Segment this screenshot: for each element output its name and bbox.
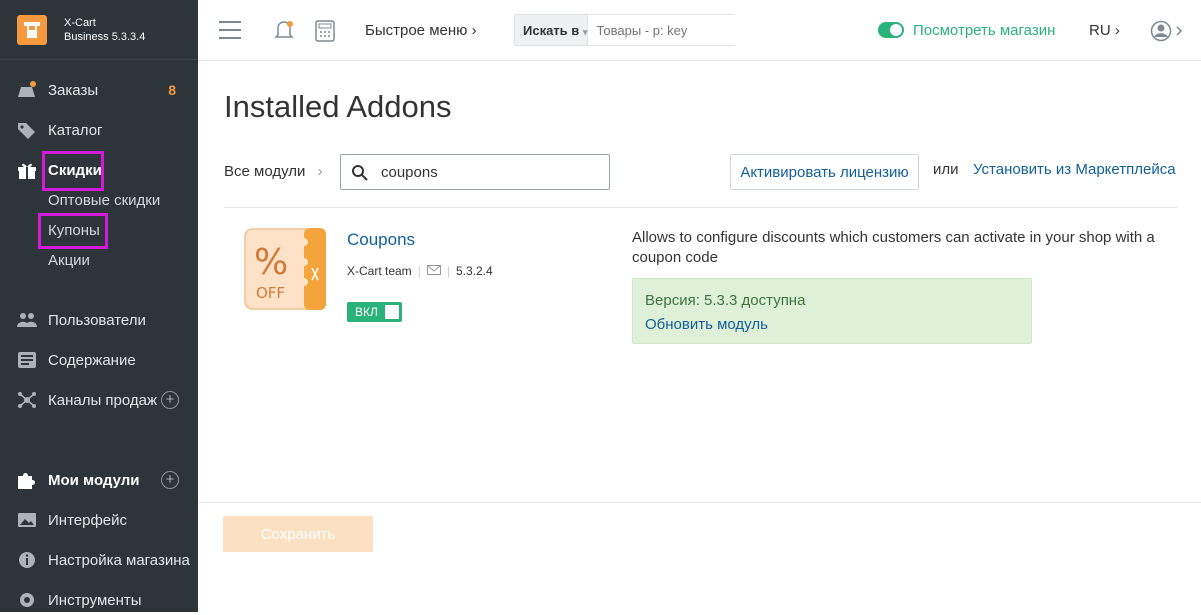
addon-author: X-Cart team bbox=[347, 264, 412, 278]
users-icon bbox=[17, 313, 37, 327]
info-icon bbox=[19, 552, 35, 568]
search-scope-select[interactable]: Искать в ▾ bbox=[515, 15, 589, 45]
sidebar: X-Cart Business 5.3.3.4 Заказы 8 Каталог… bbox=[0, 0, 198, 612]
sidebar-item-users[interactable]: Пользователи bbox=[0, 305, 198, 335]
quick-menu[interactable]: Быстрое меню › bbox=[365, 22, 477, 39]
breadcrumb-all-modules[interactable]: Все модули bbox=[224, 163, 305, 180]
divider: | bbox=[417, 264, 421, 278]
orders-icon bbox=[18, 81, 36, 97]
update-module-link[interactable]: Обновить модуль bbox=[645, 316, 768, 333]
caret-down-icon: ▾ bbox=[582, 27, 588, 37]
sidebar-item-channels[interactable]: Каналы продаж + bbox=[0, 385, 198, 415]
sidebar-item-label: Каталог bbox=[48, 122, 103, 139]
svg-text:%: % bbox=[254, 242, 288, 283]
page-title: Installed Addons bbox=[224, 89, 452, 124]
sidebar-item-label: Настройка магазина bbox=[48, 552, 190, 569]
view-store-link[interactable]: Посмотреть магазин bbox=[913, 22, 1055, 39]
brand-text: X-Cart Business 5.3.3.4 bbox=[64, 16, 145, 44]
calculator-icon[interactable] bbox=[315, 20, 335, 42]
sidebar-item-label: Содержание bbox=[48, 352, 136, 369]
chevron-right-icon: › bbox=[1114, 22, 1120, 39]
mail-icon[interactable] bbox=[426, 265, 441, 275]
main-content: Installed Addons Все модули › Активирова… bbox=[198, 61, 1201, 612]
sidebar-item-interface[interactable]: Интерфейс bbox=[0, 505, 198, 535]
language-label: RU bbox=[1089, 22, 1111, 39]
sidebar-item-label: Инструменты bbox=[48, 592, 142, 609]
divider bbox=[198, 502, 1201, 503]
header-search-input[interactable] bbox=[588, 15, 775, 45]
brand-name: X-Cart bbox=[64, 17, 96, 29]
image-icon bbox=[18, 513, 36, 527]
sidebar-item-tools[interactable]: Инструменты bbox=[0, 585, 198, 615]
language-selector[interactable]: RU › bbox=[1089, 22, 1120, 39]
bell-icon[interactable] bbox=[273, 19, 295, 41]
chevron-right-icon: › bbox=[471, 22, 477, 39]
puzzle-icon bbox=[18, 473, 35, 489]
sidebar-item-label: Мои модули bbox=[48, 472, 140, 489]
add-channel-icon[interactable]: + bbox=[161, 391, 179, 409]
sidebar-item-label: Каналы продаж bbox=[48, 392, 158, 409]
add-module-icon[interactable]: + bbox=[161, 471, 179, 489]
sidebar-subitem-wholesale[interactable]: Оптовые скидки bbox=[48, 192, 160, 209]
header-search: Искать в ▾ bbox=[514, 14, 775, 46]
gear-icon bbox=[20, 593, 34, 607]
tag-icon bbox=[18, 123, 35, 139]
activate-license-button[interactable]: Активировать лицензию bbox=[730, 154, 919, 190]
module-search bbox=[340, 154, 610, 190]
addon-enable-toggle[interactable]: ВКЛ bbox=[347, 302, 402, 322]
user-menu[interactable] bbox=[1150, 20, 1184, 47]
update-notice: Версия: 5.3.3 доступна Обновить модуль bbox=[632, 278, 1032, 344]
user-avatar-icon bbox=[1150, 20, 1183, 42]
sidebar-item-label: Интерфейс bbox=[48, 512, 128, 529]
search-icon bbox=[352, 165, 368, 181]
toggle-label: ВКЛ bbox=[355, 305, 378, 319]
channels-icon bbox=[18, 392, 36, 408]
breadcrumb[interactable]: Все модули › bbox=[224, 163, 323, 180]
sidebar-item-catalog[interactable]: Каталог bbox=[0, 115, 198, 145]
sidebar-item-content[interactable]: Содержание bbox=[0, 345, 198, 375]
divider: | bbox=[446, 264, 450, 278]
search-scope-label: Искать в bbox=[523, 23, 580, 38]
store-status-toggle[interactable] bbox=[878, 22, 904, 38]
svg-text:OFF: OFF bbox=[256, 284, 285, 302]
update-version-text: Версия: 5.3.3 доступна bbox=[645, 292, 806, 309]
sidebar-item-label: Заказы bbox=[48, 82, 99, 99]
sidebar-item-settings[interactable]: Настройка магазина bbox=[0, 545, 198, 575]
save-button[interactable]: Сохранить bbox=[223, 516, 373, 552]
highlight-box bbox=[42, 151, 104, 191]
addon-description: Allows to configure discounts which cust… bbox=[632, 229, 1155, 266]
orders-count-badge: 8 bbox=[168, 82, 176, 98]
menu-icon[interactable] bbox=[219, 21, 241, 39]
brand: X-Cart Business 5.3.3.4 bbox=[0, 0, 198, 60]
quick-menu-label: Быстрое меню bbox=[365, 22, 468, 39]
highlight-box bbox=[38, 213, 108, 249]
module-search-input[interactable] bbox=[379, 155, 599, 189]
install-marketplace-link[interactable]: Установить из Маркетплейса bbox=[973, 161, 1176, 178]
toggle-knob bbox=[385, 305, 399, 319]
addon-name-link[interactable]: Coupons bbox=[347, 230, 415, 250]
sidebar-item-modules[interactable]: Мои модули + bbox=[0, 465, 198, 495]
xcart-logo-icon[interactable] bbox=[17, 15, 47, 45]
addon-meta: X-Cart team | | 5.3.2.4 bbox=[347, 264, 493, 278]
chevron-right-icon: › bbox=[317, 163, 323, 180]
coupon-icon: % OFF bbox=[244, 228, 326, 310]
gift-icon bbox=[18, 163, 36, 179]
content-icon bbox=[18, 352, 36, 368]
top-header: Быстрое меню › Искать в ▾ Посмотреть маг… bbox=[198, 0, 1201, 61]
or-text: или bbox=[933, 161, 959, 178]
sidebar-subitem-promotions[interactable]: Акции bbox=[48, 252, 90, 269]
sidebar-item-label: Пользователи bbox=[48, 312, 146, 329]
addon-version: 5.3.2.4 bbox=[455, 264, 493, 278]
divider bbox=[224, 207, 1177, 208]
sidebar-item-orders[interactable]: Заказы 8 bbox=[0, 75, 198, 105]
brand-edition: Business 5.3.3.4 bbox=[64, 31, 146, 43]
